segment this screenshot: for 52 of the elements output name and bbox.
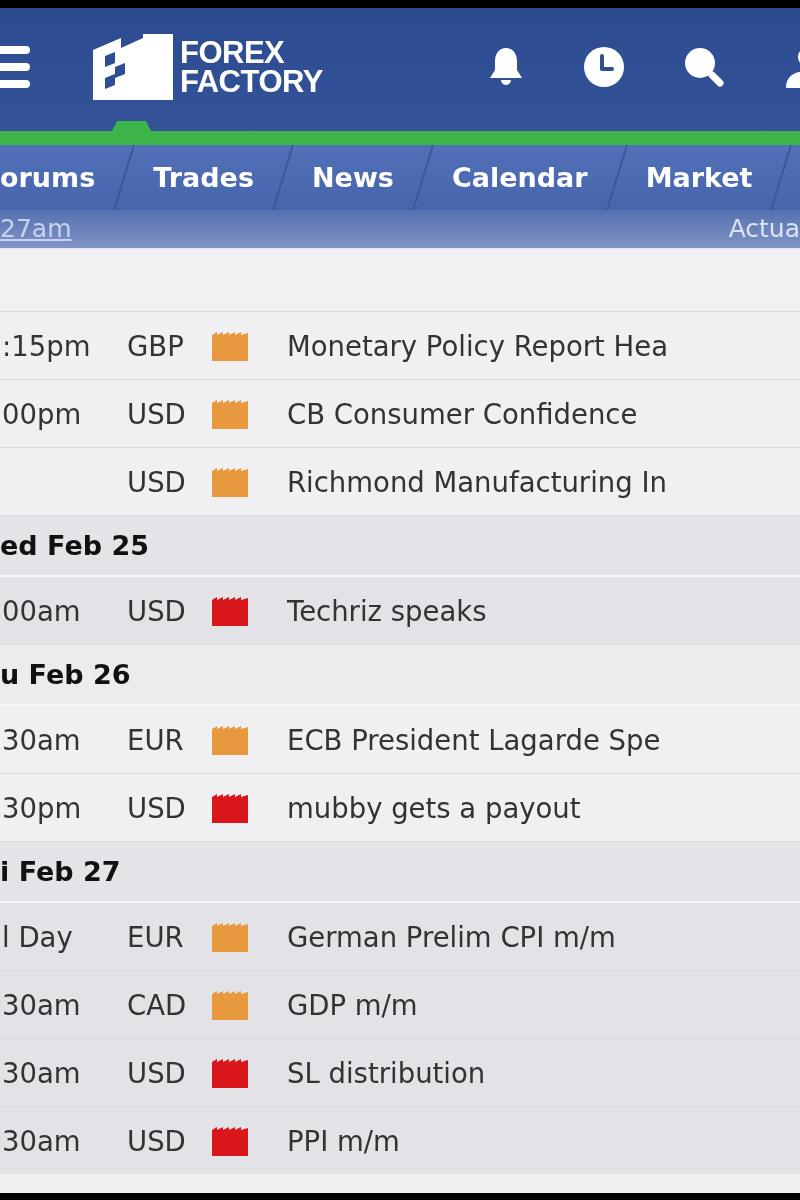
currency-code: GBP (127, 329, 185, 362)
event-row[interactable]: 30am CAD GDP m/m (0, 971, 800, 1039)
currency-code: USD (127, 1056, 187, 1089)
event-title: mubby gets a payout (287, 791, 582, 824)
event-row[interactable]: 30am EUR ECB President Lagarde Spe (0, 706, 800, 774)
currency-code: USD (127, 791, 187, 824)
event-time: :15pm (1, 329, 92, 362)
event-row[interactable]: l Day EUR German Prelim CPI m/m (0, 903, 800, 971)
event-time: 00pm (1, 397, 83, 430)
day-header: u Feb 26 (0, 645, 800, 706)
event-time: 00am (1, 594, 82, 627)
currency-code: EUR (127, 920, 185, 953)
event-time: 30am (1, 1124, 82, 1157)
search-icon[interactable] (684, 46, 724, 87)
event-title: Richmond Manufacturing In (287, 465, 668, 498)
event-title: SL distribution (287, 1056, 487, 1089)
event-row[interactable]: 30am USD SL distribution (0, 1039, 800, 1107)
event-title: Monetary Policy Report Hea (287, 329, 670, 362)
event-title: German Prelim CPI m/m (287, 920, 617, 953)
column-label: Actua (728, 214, 800, 244)
event-time: 30am (1, 1056, 82, 1089)
currency-code: USD (127, 1124, 187, 1157)
event-title: PPI m/m (287, 1124, 401, 1157)
currency-code: EUR (127, 723, 185, 756)
event-time: 30am (1, 988, 82, 1021)
event-time: l Day (1, 920, 74, 953)
bell-icon[interactable] (488, 46, 524, 87)
event-title: Techriz speaks (287, 594, 488, 627)
event-time: 30pm (1, 791, 83, 824)
event-title: CB Consumer Confidence (287, 397, 639, 430)
currency-code: USD (127, 465, 187, 498)
event-title: ECB President Lagarde Spe (287, 723, 662, 756)
event-row[interactable]: 00pm USD CB Consumer Confidence (0, 380, 800, 448)
event-row[interactable]: :15pm GBP Monetary Policy Report Hea (0, 312, 800, 380)
nav-tab[interactable]: News (312, 162, 394, 193)
currency-code: CAD (127, 988, 188, 1021)
currency-code: USD (127, 397, 187, 430)
event-time: 30am (1, 723, 82, 756)
logo-link[interactable]: FOREX FACTORY (93, 33, 323, 100)
nav-tab[interactable]: Market (645, 162, 753, 193)
nav-tab[interactable]: Calendar (451, 162, 588, 193)
event-row[interactable]: USD Richmond Manufacturing In (0, 448, 800, 515)
factory-logo-icon (93, 33, 173, 100)
nav-tab[interactable]: orums (0, 162, 96, 193)
nav-tab[interactable]: Trades (153, 162, 254, 193)
event-title: GDP m/m (287, 988, 419, 1021)
event-row[interactable]: 30am USD PPI m/m (0, 1107, 800, 1174)
menu-icon[interactable] (0, 45, 30, 88)
event-row[interactable]: 00am USD Techriz speaks (0, 577, 800, 644)
event-row[interactable]: 30pm USD mubby gets a payout (0, 774, 800, 841)
clock-icon[interactable] (584, 46, 624, 87)
currency-code: USD (127, 594, 187, 627)
